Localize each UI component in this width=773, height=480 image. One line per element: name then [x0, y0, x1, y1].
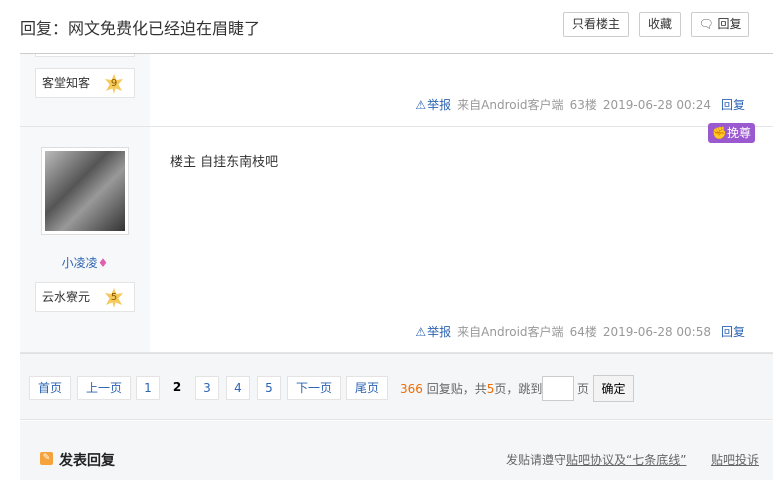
level-star-icon: 9 [105, 74, 123, 94]
prev-page[interactable]: 上一页 [77, 376, 131, 400]
gem-icon: ♦ [97, 256, 109, 270]
jump-page-input[interactable] [542, 376, 574, 401]
author-sidebar: 小凌凌♦ 云水寮元 5 [20, 127, 150, 352]
source: 来自Android客户端 [457, 325, 564, 339]
floor: 64楼 [569, 325, 597, 339]
member-badge[interactable]: 客堂知客 9 [35, 68, 135, 98]
agreement-link[interactable]: 贴吧协议及“七条底线” [566, 453, 686, 467]
pagination: 首页 上一页 1 2 3 4 5 下一页 尾页 366 回复贴，共5页，跳到 页… [20, 353, 773, 420]
badge-label: 云水寮元 [42, 290, 91, 304]
reply-label: 回复 [717, 17, 742, 31]
source: 来自Android客户端 [457, 98, 564, 112]
thread-title: 回复：网文免费化已经迫在眉睫了 [20, 19, 261, 38]
post-meta: ⚠举报 来自Android客户端 63楼 2019-06-28 00:24 回复 [415, 96, 745, 113]
avatar[interactable] [41, 147, 129, 235]
post-meta: ⚠举报 来自Android客户端 64楼 2019-06-28 00:58 回复 [415, 323, 745, 340]
last-page[interactable]: 尾页 [346, 376, 388, 400]
favorite-button[interactable]: 收藏 [639, 12, 681, 37]
next-page[interactable]: 下一页 [287, 376, 341, 400]
username-link[interactable]: 小凌凌♦ [20, 254, 150, 271]
page-summary: 366 回复贴，共5页，跳到 [400, 382, 543, 396]
post-content: 楼主 自挂东南枝吧 [170, 155, 279, 170]
page-3[interactable]: 3 [195, 376, 219, 400]
reply-title: 发表回复 [59, 453, 115, 469]
timestamp: 2019-06-28 00:24 [602, 98, 711, 112]
only-owner-button[interactable]: 只看楼主 [563, 12, 629, 37]
fist-icon: ✊ [712, 126, 727, 140]
page-1[interactable]: 1 [136, 376, 160, 400]
timestamp: 2019-06-28 00:58 [602, 325, 711, 339]
level-star-icon: 5 [105, 288, 123, 308]
floor: 63楼 [569, 98, 597, 112]
member-badge[interactable]: 云水寮元 5 [35, 282, 135, 312]
pencil-icon: ✎ [40, 452, 53, 465]
badge-label: 客堂知客 [42, 76, 91, 90]
notice: 发贴请遵守贴吧协议及“七条底线” [506, 453, 687, 467]
report-link[interactable]: ⚠举报 [415, 98, 451, 112]
comment-icon: 🗨 [698, 17, 714, 31]
page-5[interactable]: 5 [257, 376, 281, 400]
reply-link[interactable]: 回复 [721, 98, 745, 112]
reply-footer: ✎ 发表回复 发贴请遵守贴吧协议及“七条底线” 贴吧投诉 [20, 421, 773, 480]
post-64: 小凌凌♦ 云水寮元 5 楼主 自挂东南枝吧 ✊挽尊 ⚠举报 来自Android客户端… [20, 123, 773, 353]
page-4[interactable]: 4 [226, 376, 250, 400]
reply-button[interactable]: 🗨 回复 [691, 12, 749, 37]
tag-badge[interactable]: ✊挽尊 [708, 123, 755, 143]
author-sidebar: 客堂知客 9 [20, 54, 150, 126]
complaint-link[interactable]: 贴吧投诉 [711, 451, 759, 468]
page-unit: 页 [577, 382, 590, 396]
first-page[interactable]: 首页 [29, 376, 71, 400]
confirm-button[interactable]: 确定 [593, 375, 634, 402]
page-current: 2 [172, 380, 182, 394]
reply-link[interactable]: 回复 [721, 325, 745, 339]
post-63: 客堂知客 9 ⚠举报 来自Android客户端 63楼 2019-06-28 00:24… [20, 54, 773, 127]
report-link[interactable]: ⚠举报 [415, 325, 451, 339]
